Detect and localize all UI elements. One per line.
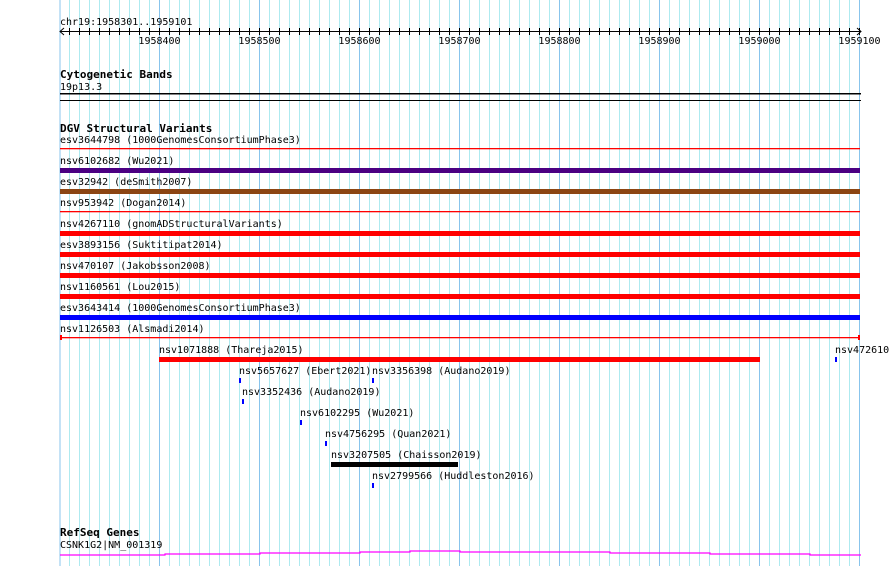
dgv-feature-nsv3207505[interactable]: nsv3207505 (Chaisson2019) [331, 450, 482, 467]
feature-bar[interactable] [331, 462, 458, 467]
feature-bar[interactable] [242, 399, 244, 404]
dgv-feature-nsv5657627[interactable]: nsv5657627 (Ebert2021) [239, 366, 371, 383]
feature-label: nsv472610 [835, 345, 889, 356]
dgv-feature-nsv2799566[interactable]: nsv2799566 (Huddleston2016) [372, 471, 535, 488]
feature-line[interactable] [60, 337, 860, 339]
feature-bar[interactable] [835, 357, 837, 362]
feature-label: nsv1071888 (Thareja2015) [159, 345, 304, 356]
feature-line[interactable] [60, 211, 860, 213]
feature-bar[interactable] [60, 189, 860, 194]
cytoband-label: 19p13.3 [60, 82, 102, 93]
dgv-feature-nsv4756295[interactable]: nsv4756295 (Quan2021) [325, 429, 451, 446]
feature-bar[interactable] [372, 378, 374, 383]
feature-bar[interactable] [60, 252, 860, 257]
refseq-gene-feature[interactable] [60, 550, 861, 556]
feature-end-cap [858, 335, 860, 340]
feature-bar[interactable] [60, 273, 860, 278]
dgv-features: esv3644798 (1000GenomesConsortiumPhase3)… [60, 135, 889, 488]
refseq-gene-label: CSNK1G2|NM_001319 [60, 540, 162, 551]
feature-bar[interactable] [325, 441, 327, 446]
feature-bar[interactable] [60, 168, 860, 173]
ruler-tick-label: 1958400 [138, 36, 180, 47]
feature-label: nsv1126503 (Alsmadi2014) [60, 324, 205, 335]
ruler[interactable]: 1958400 1958500 1958600 1958700 1958800 19589… [59, 27, 881, 47]
feature-label: esv3644798 (1000GenomesConsortiumPhase3) [60, 135, 301, 146]
ruler-tick-label: 1958500 [238, 36, 280, 47]
dgv-feature-nsv472610[interactable]: nsv472610 [835, 345, 889, 362]
feature-label: nsv6102295 (Wu2021) [300, 408, 414, 419]
feature-bar[interactable] [60, 315, 860, 320]
feature-label: nsv5657627 (Ebert2021) [239, 366, 371, 377]
feature-label: nsv2799566 (Huddleston2016) [372, 471, 535, 482]
ruler-tick-label: 1959000 [738, 36, 780, 47]
feature-end-cap [60, 335, 62, 340]
feature-bar[interactable] [239, 378, 241, 383]
feature-label: nsv470107 (Jakobsson2008) [60, 261, 211, 272]
feature-label: nsv4756295 (Quan2021) [325, 429, 451, 440]
dgv-track-title: DGV Structural Variants [60, 122, 212, 135]
dgv-feature-nsv6102295[interactable]: nsv6102295 (Wu2021) [300, 408, 414, 425]
feature-label: nsv3352436 (Audano2019) [242, 387, 380, 398]
feature-bar[interactable] [300, 420, 302, 425]
feature-label: nsv4267110 (gnomADStructuralVariants) [60, 219, 283, 230]
genome-browser-canvas[interactable]: chr19:1958301..1959101 1958400 1958500 195… [0, 0, 890, 566]
ruler-tick-label: 1958700 [438, 36, 480, 47]
track-divider [60, 100, 861, 101]
ruler-tick-label: 1958900 [638, 36, 680, 47]
cytoband-bar[interactable] [60, 93, 861, 95]
cytoband-track-title: Cytogenetic Bands [60, 68, 173, 81]
refseq-track-title: RefSeq Genes [60, 526, 139, 539]
feature-label: esv3893156 (Suktitipat2014) [60, 240, 223, 251]
feature-label: esv32942 (deSmith2007) [60, 177, 192, 188]
feature-bar[interactable] [159, 357, 760, 362]
feature-label: nsv1160561 (Lou2015) [60, 282, 180, 293]
feature-label: esv3643414 (1000GenomesConsortiumPhase3) [60, 303, 301, 314]
feature-label: nsv6102682 (Wu2021) [60, 156, 174, 167]
location-label: chr19:1958301..1959101 [60, 17, 192, 28]
feature-bar[interactable] [60, 294, 860, 299]
ruler-tick-label: 1958800 [538, 36, 580, 47]
feature-label: nsv3356398 (Audano2019) [372, 366, 510, 377]
feature-bar[interactable] [60, 231, 860, 236]
feature-bar[interactable] [372, 483, 374, 488]
feature-label: nsv3207505 (Chaisson2019) [331, 450, 482, 461]
ruler-tick-label: 1958600 [338, 36, 380, 47]
feature-label: nsv953942 (Dogan2014) [60, 198, 186, 209]
feature-line[interactable] [60, 148, 860, 150]
ruler-tick-label: 1959100 [838, 36, 880, 47]
